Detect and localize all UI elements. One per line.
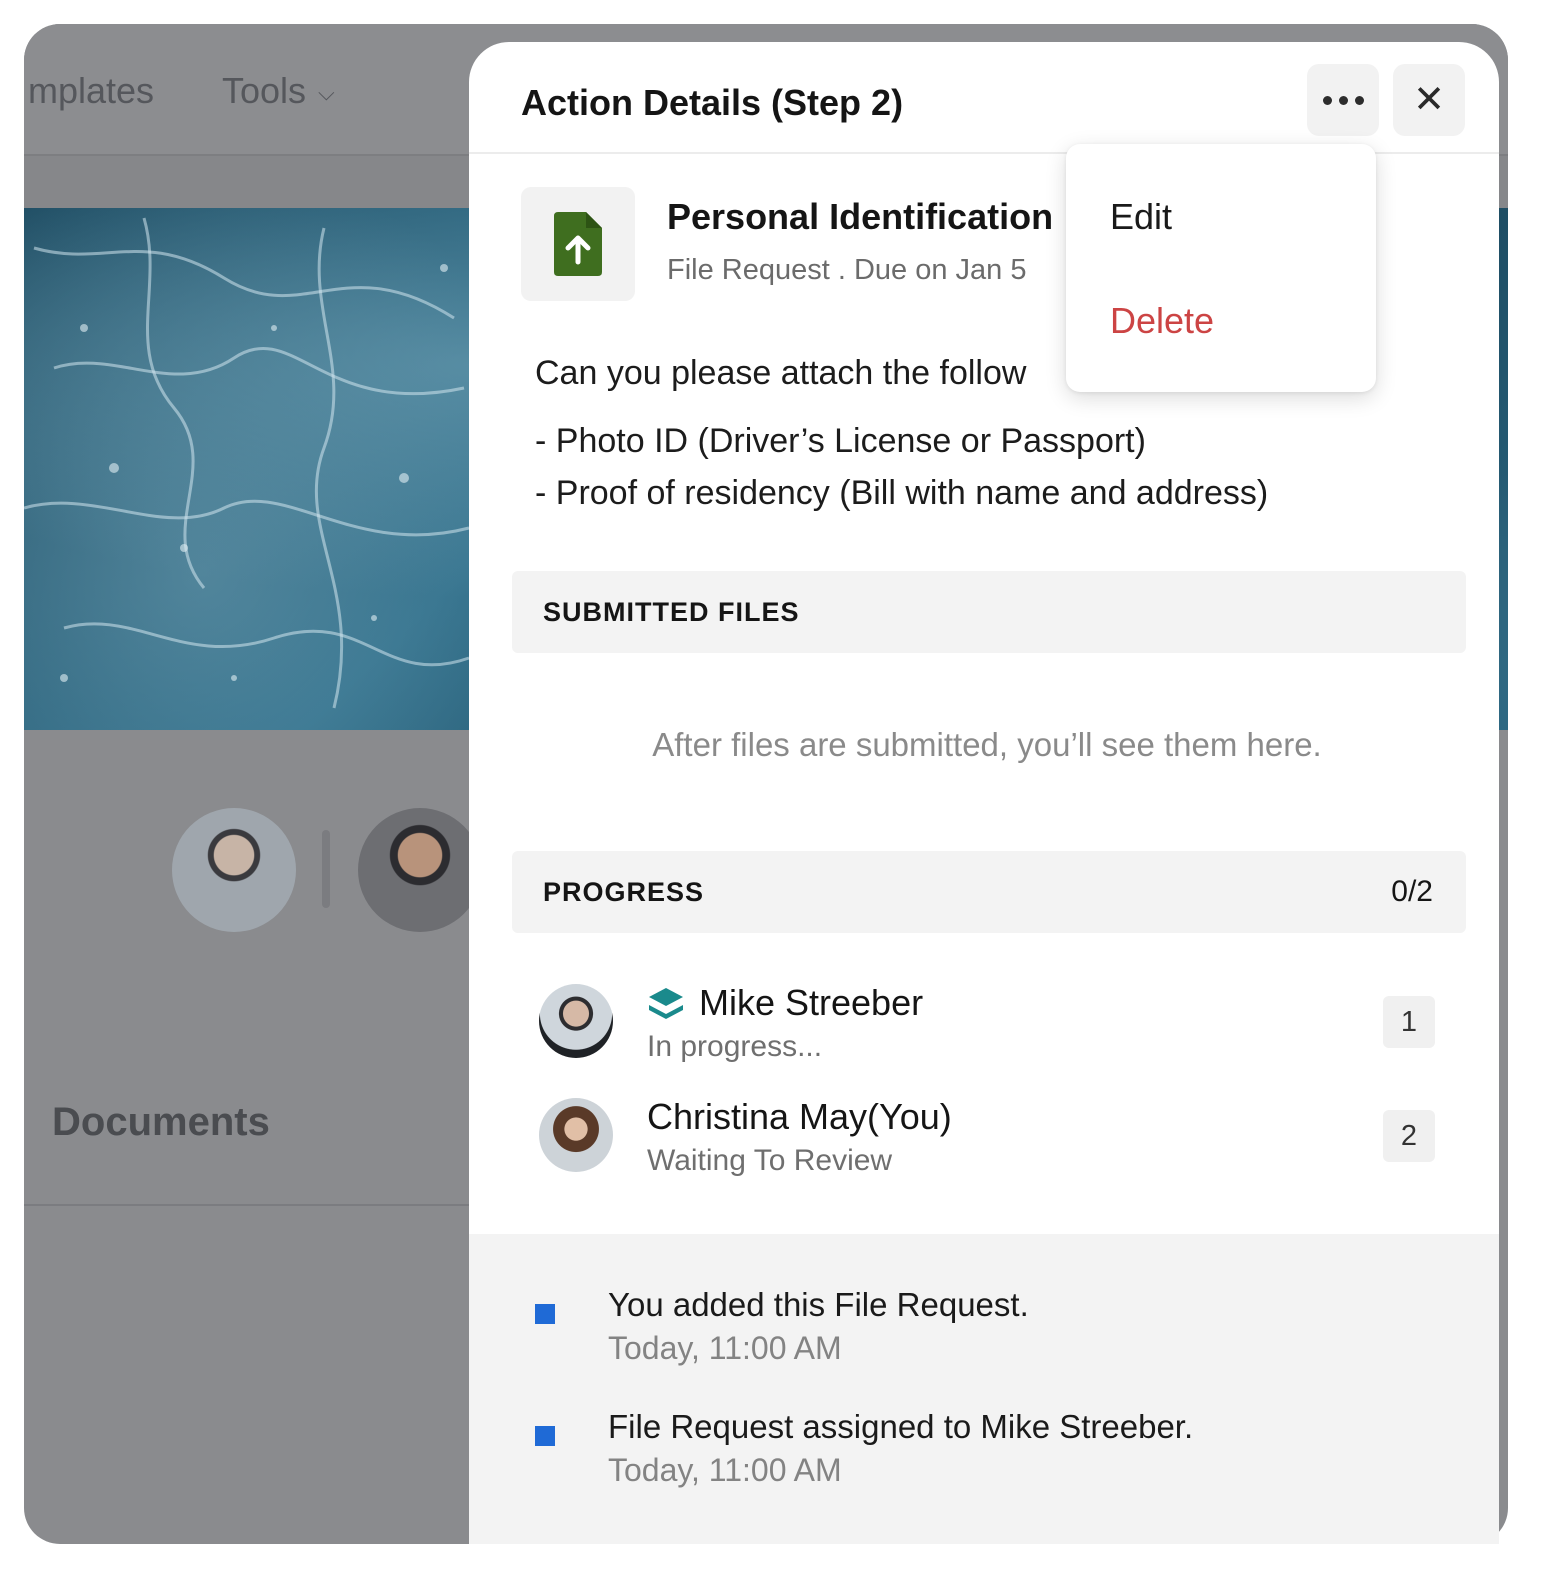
request-message-item: - Proof of residency (Bill with name and…	[535, 474, 1269, 512]
person-name: Christina May(You)	[647, 1096, 952, 1137]
nav-tools-label: Tools	[222, 70, 307, 111]
section-label: PROGRESS	[543, 877, 705, 907]
activity-log: You added this File Request. Today, 11:0…	[469, 1234, 1499, 1544]
nav-templates[interactable]: mplates	[28, 70, 154, 112]
divider	[24, 1204, 469, 1206]
avatar	[539, 984, 613, 1058]
menu-item-delete[interactable]: Delete	[1110, 300, 1214, 342]
section-label: SUBMITTED FILES	[543, 597, 800, 627]
file-request-tile	[521, 187, 635, 301]
close-button[interactable]: ✕	[1393, 64, 1465, 136]
step-badge: 2	[1383, 1110, 1435, 1162]
activity-text: File Request assigned to Mike Streeber.	[608, 1408, 1194, 1445]
avatar[interactable]	[172, 808, 296, 932]
more-options-menu: Edit Delete	[1066, 144, 1376, 392]
panel-header: Action Details (Step 2) ✕	[469, 42, 1499, 154]
nav-tools[interactable]: Tools ⌵	[222, 70, 335, 112]
avatar	[539, 1098, 613, 1172]
request-due-date: Due on Jan 5	[853, 254, 1027, 286]
person-status: In progress...	[647, 1030, 823, 1063]
stack-layers-icon	[649, 988, 683, 1019]
documents-heading: Documents	[52, 1100, 270, 1144]
person-status: Waiting To Review	[647, 1144, 893, 1177]
request-type: File Request	[667, 254, 830, 286]
submitted-files-header: SUBMITTED FILES	[512, 571, 1466, 653]
empty-files-message: After files are submitted, you’ll see th…	[652, 726, 1322, 763]
file-upload-icon	[554, 212, 602, 276]
divider	[322, 830, 330, 908]
progress-row[interactable]: Christina May(You) Waiting To Review 2	[539, 1096, 1439, 1188]
chevron-down-icon: ⌵	[318, 80, 335, 106]
request-meta: File Request . Due on Jan 5	[667, 254, 1027, 286]
activity-bullet-icon	[535, 1304, 555, 1324]
more-horizontal-icon	[1322, 95, 1364, 105]
progress-count: 0/2	[1391, 875, 1433, 908]
close-icon: ✕	[1413, 79, 1445, 121]
avatar[interactable]	[358, 808, 482, 932]
progress-row[interactable]: Mike Streeber In progress... 1	[539, 982, 1439, 1074]
more-options-button[interactable]	[1307, 64, 1379, 136]
activity-time: Today, 11:00 AM	[608, 1452, 842, 1488]
activity-bullet-icon	[535, 1426, 555, 1446]
activity-time: Today, 11:00 AM	[608, 1330, 842, 1366]
page-title: Action Details (Step 2)	[521, 82, 904, 123]
request-message-intro: Can you please attach the follow	[535, 354, 1027, 392]
activity-text: You added this File Request.	[608, 1286, 1029, 1323]
person-name: Mike Streeber	[699, 982, 924, 1023]
menu-item-edit[interactable]: Edit	[1110, 196, 1172, 238]
request-message-item: - Photo ID (Driver’s License or Passport…	[535, 422, 1146, 460]
progress-header: PROGRESS 0/2	[512, 851, 1466, 933]
request-title: Personal Identification	[667, 196, 1054, 237]
step-badge: 1	[1383, 996, 1435, 1048]
